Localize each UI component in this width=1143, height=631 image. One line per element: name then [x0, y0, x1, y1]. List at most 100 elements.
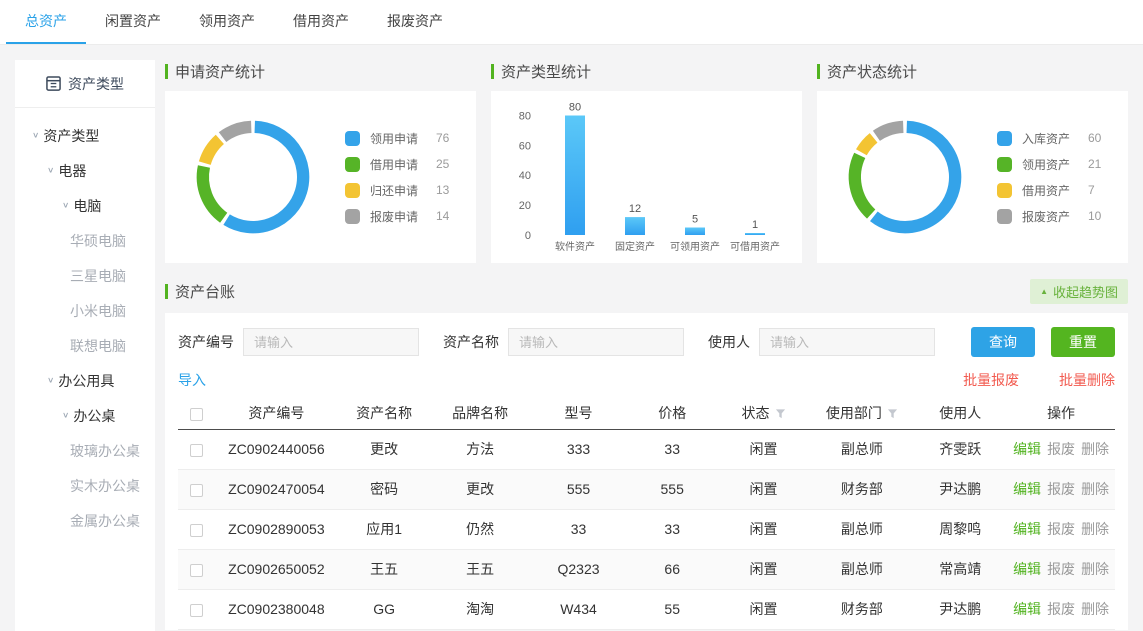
column-header-label: 使用人	[939, 405, 981, 421]
filter-funnel-icon[interactable]	[887, 408, 898, 419]
asset-code-input[interactable]	[243, 328, 419, 356]
table-cell: 密码	[337, 469, 431, 509]
table-cell: ZC0902470054	[215, 469, 337, 509]
legend-label: 归还申请	[370, 182, 436, 199]
donut-chart	[839, 111, 971, 243]
filter-group: 资产编号	[178, 328, 419, 356]
tree-leaf-item[interactable]: 三星电脑	[15, 258, 155, 293]
filter-funnel-icon[interactable]	[775, 408, 786, 419]
tree-branch-item[interactable]: ∨电脑	[15, 188, 155, 223]
edit-link[interactable]: 编辑	[1013, 481, 1041, 497]
column-header: 资产编号	[215, 398, 337, 429]
table-cell: 33	[628, 509, 717, 549]
chart-legend: 领用申请76借用申请25归还申请13报废申请14	[345, 125, 449, 229]
tab-item[interactable]: 闲置资产	[86, 0, 180, 44]
legend-item[interactable]: 借用申请25	[345, 151, 449, 177]
scrap-link[interactable]: 报废	[1047, 561, 1075, 577]
table-cell: 副总师	[810, 429, 913, 469]
table-cell: 闲置	[717, 549, 811, 589]
donut-segment	[203, 167, 224, 218]
tab-item[interactable]: 领用资产	[180, 0, 274, 44]
edit-link[interactable]: 编辑	[1013, 441, 1041, 457]
legend-item[interactable]: 报废资产10	[997, 203, 1101, 229]
column-header-label: 资产名称	[356, 405, 412, 421]
x-axis-label: 固定资产	[615, 240, 655, 253]
tab-item[interactable]: 借用资产	[274, 0, 368, 44]
tree-leaf-item[interactable]: 玻璃办公桌	[15, 433, 155, 468]
row-checkbox[interactable]	[190, 604, 203, 617]
table-cell: 尹达鹏	[913, 589, 1007, 629]
row-checkbox[interactable]	[190, 524, 203, 537]
legend-value: 60	[1088, 131, 1101, 145]
asset-name-label: 资产名称	[443, 332, 499, 352]
table-cell: 闲置	[717, 469, 811, 509]
delete-link[interactable]: 删除	[1081, 561, 1109, 577]
legend-item[interactable]: 领用资产21	[997, 151, 1101, 177]
batch-delete-link[interactable]: 批量删除	[1059, 372, 1115, 388]
tree-branch-item[interactable]: ∨办公用具	[15, 363, 155, 398]
status-stats-section: 资产状态统计 入库资产60领用资产21借用资产7报废资产10	[817, 60, 1128, 263]
legend-item[interactable]: 领用申请76	[345, 125, 449, 151]
tree-leaf-item[interactable]: 实木办公桌	[15, 468, 155, 503]
user-input[interactable]	[759, 328, 935, 356]
delete-link[interactable]: 删除	[1081, 601, 1109, 617]
row-checkbox-cell	[178, 589, 215, 629]
batch-scrap-link[interactable]: 批量报废	[963, 372, 1019, 388]
tree-item-label: 实木办公桌	[70, 476, 140, 496]
edit-link[interactable]: 编辑	[1013, 601, 1041, 617]
donut-segment	[223, 127, 252, 137]
row-checkbox[interactable]	[190, 484, 203, 497]
title-marker	[491, 64, 494, 79]
asset-ledger-icon	[46, 76, 61, 91]
table-cell: Q2323	[529, 549, 627, 589]
legend-item[interactable]: 报废申请14	[345, 203, 449, 229]
tree-leaf-item[interactable]: 联想电脑	[15, 328, 155, 363]
legend-swatch-icon	[345, 183, 360, 198]
table-cell: 应用1	[337, 509, 431, 549]
collapse-trend-button[interactable]: ▲ 收起趋势图	[1030, 279, 1128, 304]
import-link[interactable]: 导入	[178, 370, 206, 390]
section-title: 资产类型统计	[491, 60, 802, 82]
bar	[685, 228, 705, 236]
y-axis-tick: 80	[518, 111, 530, 123]
tree-leaf-item[interactable]: 华硕电脑	[15, 223, 155, 258]
y-axis-tick: 40	[518, 170, 530, 182]
asset-name-input[interactable]	[508, 328, 684, 356]
scrap-link[interactable]: 报废	[1047, 441, 1075, 457]
page-body: 资产类型 ∨资产类型∨电器∨电脑华硕电脑三星电脑小米电脑联想电脑∨办公用具∨办公…	[0, 45, 1143, 631]
delete-link[interactable]: 删除	[1081, 481, 1109, 497]
table-cell: 333	[529, 429, 627, 469]
delete-link[interactable]: 删除	[1081, 441, 1109, 457]
row-checkbox[interactable]	[190, 564, 203, 577]
title-marker	[165, 284, 168, 299]
legend-item[interactable]: 入库资产60	[997, 125, 1101, 151]
delete-link[interactable]: 删除	[1081, 521, 1109, 537]
edit-link[interactable]: 编辑	[1013, 521, 1041, 537]
legend-swatch-icon	[997, 131, 1012, 146]
scrap-link[interactable]: 报废	[1047, 601, 1075, 617]
legend-item[interactable]: 借用资产7	[997, 177, 1101, 203]
scrap-link[interactable]: 报废	[1047, 521, 1075, 537]
edit-link[interactable]: 编辑	[1013, 561, 1041, 577]
bar	[745, 233, 765, 235]
tab-bar: 总资产闲置资产领用资产借用资产报废资产	[0, 0, 1143, 45]
tree-leaf-item[interactable]: 金属办公桌	[15, 503, 155, 538]
table-actions-row: 导入 批量报废 批量删除	[178, 370, 1115, 390]
search-button[interactable]: 查询	[971, 327, 1035, 357]
tree-branch-item[interactable]: ∨资产类型	[15, 118, 155, 153]
legend-label: 领用申请	[370, 130, 436, 147]
scrap-link[interactable]: 报废	[1047, 481, 1075, 497]
tree-leaf-item[interactable]: 小米电脑	[15, 293, 155, 328]
legend-swatch-icon	[345, 157, 360, 172]
tab-item[interactable]: 报废资产	[368, 0, 462, 44]
select-all-checkbox[interactable]	[190, 408, 203, 421]
reset-button[interactable]: 重置	[1051, 327, 1115, 357]
tree-branch-item[interactable]: ∨电器	[15, 153, 155, 188]
tree-branch-item[interactable]: ∨办公桌	[15, 398, 155, 433]
row-checkbox-cell	[178, 509, 215, 549]
table-cell: ZC0902890053	[215, 509, 337, 549]
tree-item-label: 金属办公桌	[70, 511, 140, 531]
row-checkbox[interactable]	[190, 444, 203, 457]
legend-item[interactable]: 归还申请13	[345, 177, 449, 203]
tab-item[interactable]: 总资产	[6, 0, 86, 44]
